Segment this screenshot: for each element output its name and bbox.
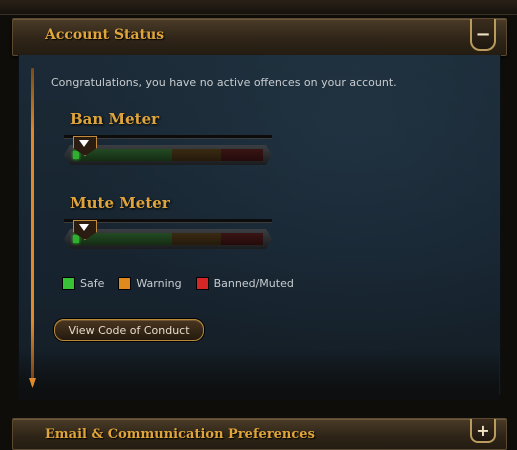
top-frame-edge xyxy=(0,0,517,15)
legend-label-warning: Warning xyxy=(136,277,182,290)
status-message: Congratulations, you have no active offe… xyxy=(51,76,397,89)
account-status-title: Account Status xyxy=(45,27,165,43)
mute-meter-title: Mute Meter xyxy=(70,194,170,212)
ban-meter-fill xyxy=(73,151,79,159)
warning-swatch-icon xyxy=(118,277,132,290)
view-code-of-conduct-button[interactable]: View Code of Conduct xyxy=(54,319,204,341)
ban-meter xyxy=(64,135,272,169)
ban-meter-track xyxy=(73,149,263,161)
accent-line xyxy=(31,68,34,386)
legend-item-safe: Safe xyxy=(62,277,104,290)
expand-icon[interactable]: + xyxy=(470,419,496,443)
legend-label-banned: Banned/Muted xyxy=(213,277,294,290)
pointer-down-icon xyxy=(79,140,89,147)
pointer-down-icon xyxy=(79,224,89,231)
account-status-header[interactable]: Account Status − xyxy=(12,18,507,56)
mute-meter-banned-zone xyxy=(221,233,263,245)
meter-legend: Safe Warning Banned/Muted xyxy=(62,277,294,290)
ban-meter-banned-zone xyxy=(221,149,263,161)
legend-item-warning: Warning xyxy=(118,277,182,290)
mute-meter-warning-zone xyxy=(171,233,222,245)
safe-swatch-icon xyxy=(62,277,75,290)
mute-meter-track xyxy=(73,233,263,245)
ban-meter-title: Ban Meter xyxy=(70,110,160,128)
collapse-icon[interactable]: − xyxy=(470,19,496,51)
legend-label-safe: Safe xyxy=(80,277,105,290)
mute-meter-fill xyxy=(73,235,79,243)
ban-meter-warning-zone xyxy=(171,149,222,161)
legend-item-banned: Banned/Muted xyxy=(195,277,294,290)
banned-swatch-icon xyxy=(195,277,209,290)
email-preferences-header[interactable]: Email & Communication Preferences + xyxy=(12,418,507,450)
mute-meter xyxy=(64,219,272,253)
panel-bottom-fade xyxy=(18,350,499,400)
